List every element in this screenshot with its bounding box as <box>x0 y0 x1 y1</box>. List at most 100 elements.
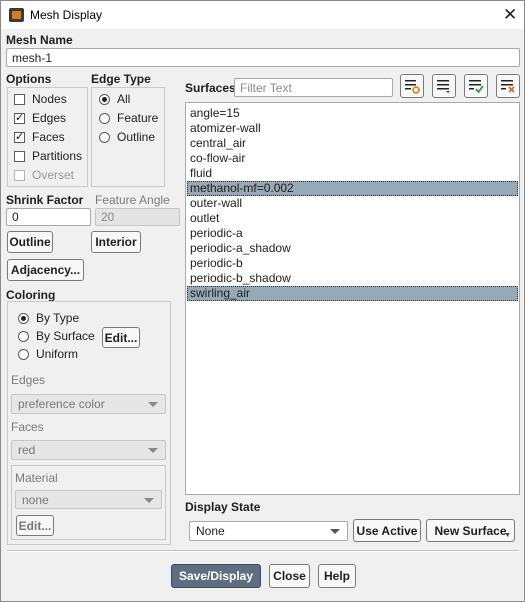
mesh-name-label: Mesh Name <box>6 33 73 47</box>
option-label: Edges <box>32 111 67 125</box>
chevron-down-icon <box>330 529 340 534</box>
chevron-down-icon <box>148 448 158 453</box>
surface-list-item[interactable]: angle=15 <box>187 106 518 121</box>
coloring-edit-button[interactable]: Edit... <box>102 327 140 348</box>
mesh-display-dialog: Mesh Display ✕ Mesh Name Options Nodes Ed… <box>0 0 525 602</box>
chevron-down-icon <box>144 497 154 503</box>
surface-list-item[interactable]: periodic-b_shadow <box>187 271 518 286</box>
coloring-option-label: Uniform <box>36 347 79 361</box>
option-faces-checkbox[interactable]: Faces <box>14 130 65 144</box>
display-state-select[interactable]: None <box>189 521 348 541</box>
use-active-button[interactable]: Use Active <box>353 519 421 542</box>
coloring-option-label: By Type <box>36 311 80 325</box>
footer-divider <box>7 550 519 552</box>
checkbox-icon <box>14 169 25 181</box>
radio-icon <box>99 131 110 143</box>
option-label: Faces <box>32 130 65 144</box>
edges-color-select: preference color <box>11 394 166 414</box>
filter-list-icon <box>405 80 420 94</box>
save-display-button[interactable]: Save/Display <box>171 564 261 588</box>
title-bar: Mesh Display ✕ <box>1 1 524 29</box>
surfaces-list[interactable]: angle=15 atomizer-wall central_air co-flow-… <box>185 102 520 495</box>
surfaces-filter-input[interactable] <box>234 78 393 97</box>
coloring-uniform-radio[interactable]: Uniform <box>18 347 78 361</box>
edge-type-all-radio[interactable]: All <box>99 92 130 106</box>
adjacency-button[interactable]: Adjacency... <box>7 259 84 281</box>
faces-color-label: Faces <box>11 420 44 434</box>
surface-list-item[interactable]: outer-wall <box>187 196 518 211</box>
option-overset-checkbox: Overset <box>14 168 74 182</box>
coloring-label: Coloring <box>6 288 56 302</box>
chevron-down-icon <box>148 402 158 407</box>
display-state-label: Display State <box>185 500 261 514</box>
option-nodes-checkbox[interactable]: Nodes <box>14 92 67 106</box>
feature-angle-label: Feature Angle <box>95 193 170 207</box>
edges-color-label: Edges <box>11 373 46 387</box>
edges-color-value: preference color <box>18 397 105 411</box>
faces-color-select: red <box>11 440 166 460</box>
surface-list-menu-button[interactable] <box>432 74 456 98</box>
checkbox-icon <box>14 150 25 162</box>
surface-list-item[interactable]: periodic-b <box>187 256 518 271</box>
deselect-all-surfaces-button[interactable] <box>496 74 520 98</box>
filter-surfaces-button[interactable] <box>400 74 424 98</box>
checkbox-icon <box>14 111 25 124</box>
edge-type-label: Feature <box>117 111 159 125</box>
feature-angle-input <box>95 208 180 226</box>
window-title: Mesh Display <box>30 8 103 22</box>
option-label: Overset <box>32 168 75 182</box>
select-all-icon <box>469 80 484 94</box>
shrink-factor-label: Shrink Factor <box>6 193 84 207</box>
material-select: none <box>15 490 162 509</box>
list-menu-icon <box>437 80 450 93</box>
edge-type-label: Edge Type <box>91 72 151 86</box>
options-label: Options <box>6 72 52 86</box>
close-icon[interactable]: ✕ <box>503 5 517 25</box>
surface-list-item[interactable]: central_air <box>187 136 518 151</box>
new-surface-button[interactable]: New Surface ▼ <box>426 519 515 542</box>
select-all-surfaces-button[interactable] <box>464 74 488 98</box>
display-state-value: None <box>196 524 225 538</box>
surface-list-item[interactable]: periodic-a <box>187 226 518 241</box>
option-partitions-checkbox[interactable]: Partitions <box>14 149 82 163</box>
edge-type-outline-radio[interactable]: Outline <box>99 130 155 144</box>
coloring-by-type-radio[interactable]: By Type <box>18 311 79 325</box>
checkbox-icon <box>14 93 25 105</box>
close-button[interactable]: Close <box>269 564 310 588</box>
edge-type-feature-radio[interactable]: Feature <box>99 111 158 125</box>
edge-type-label: All <box>117 92 131 106</box>
option-edges-checkbox[interactable]: Edges <box>14 111 66 125</box>
coloring-by-surface-radio[interactable]: By Surface <box>18 329 95 343</box>
interior-button[interactable]: Interior <box>91 231 141 253</box>
shrink-factor-input[interactable] <box>6 208 91 226</box>
mesh-name-input[interactable] <box>6 48 520 67</box>
radio-icon <box>18 312 29 324</box>
radio-icon <box>99 112 110 124</box>
deselect-all-icon <box>501 80 515 93</box>
app-icon <box>9 8 24 22</box>
radio-icon <box>18 330 29 342</box>
material-label: Material <box>15 471 58 485</box>
surface-list-item[interactable]: swirling_air <box>187 286 518 301</box>
option-label: Nodes <box>32 92 67 106</box>
surface-list-item[interactable]: co-flow-air <box>187 151 518 166</box>
edge-type-label: Outline <box>117 130 156 144</box>
radio-icon <box>99 93 110 105</box>
radio-icon <box>18 348 29 360</box>
help-button[interactable]: Help <box>318 564 356 588</box>
option-label: Partitions <box>32 149 83 163</box>
outline-button[interactable]: Outline <box>7 231 53 253</box>
surface-list-item[interactable]: methanol-mf=0.002 <box>187 181 518 196</box>
surface-list-item[interactable]: outlet <box>187 211 518 226</box>
material-value: none <box>22 492 49 507</box>
surface-list-item[interactable]: periodic-a_shadow <box>187 241 518 256</box>
surfaces-label: Surfaces <box>185 81 236 95</box>
new-surface-label: New Surface <box>434 523 507 538</box>
surface-list-item[interactable]: atomizer-wall <box>187 121 518 136</box>
faces-color-value: red <box>18 443 36 457</box>
checkbox-icon <box>14 130 25 143</box>
material-edit-button: Edit... <box>16 515 54 536</box>
surface-list-item[interactable]: fluid <box>187 166 518 181</box>
coloring-option-label: By Surface <box>36 329 95 343</box>
dropdown-arrow-icon: ▼ <box>504 532 511 539</box>
